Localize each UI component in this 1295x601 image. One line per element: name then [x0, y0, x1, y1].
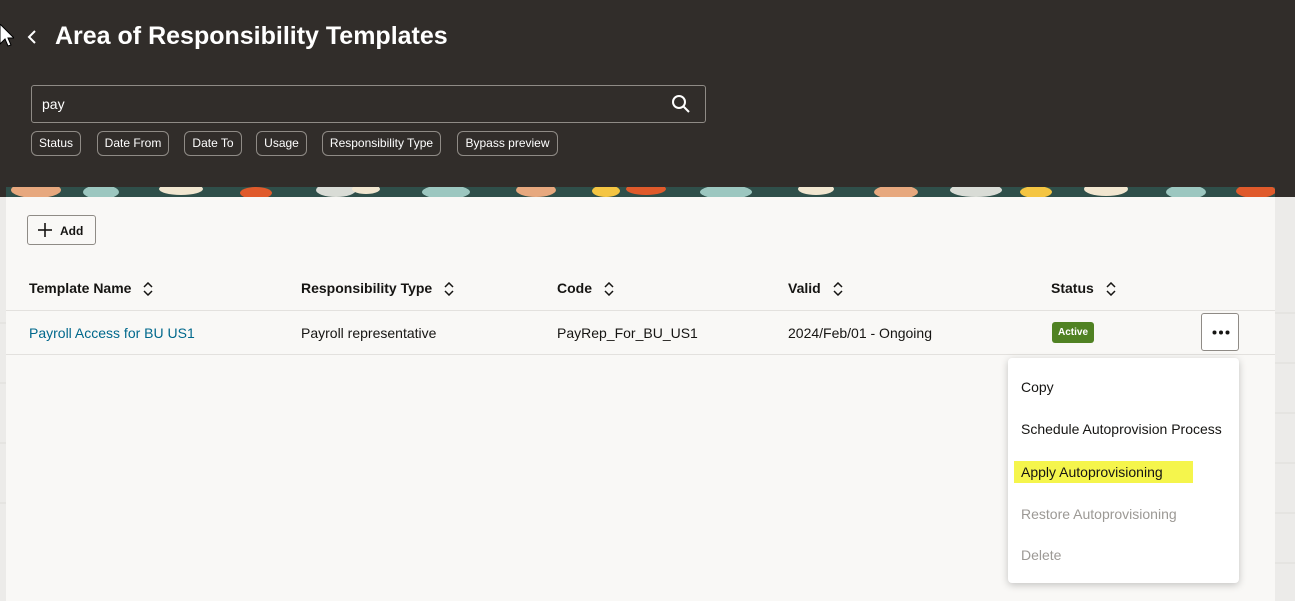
- menu-item-delete: Delete: [1021, 547, 1062, 563]
- code-cell: PayRep_For_BU_US1: [557, 325, 698, 341]
- sort-icon[interactable]: [1106, 282, 1116, 297]
- menu-item-apply-autoprovisioning[interactable]: Apply Autoprovisioning: [1014, 461, 1193, 483]
- back-icon[interactable]: [24, 28, 40, 46]
- template-name-link[interactable]: Payroll Access for BU US1: [29, 325, 195, 341]
- add-button-label: Add: [60, 224, 84, 238]
- valid-cell: 2024/Feb/01 - Ongoing: [788, 325, 932, 341]
- responsibility-type-cell: Payroll representative: [301, 325, 437, 341]
- page-header: Area of Responsibility Templates pay Sta…: [0, 0, 1295, 197]
- sort-icon[interactable]: [604, 282, 614, 297]
- search-icon[interactable]: [671, 94, 691, 114]
- column-header-code[interactable]: Code: [557, 280, 614, 297]
- column-header-responsibility-type[interactable]: Responsibility Type: [301, 280, 454, 297]
- page-title: Area of Responsibility Templates: [55, 22, 448, 50]
- column-header-template-name[interactable]: Template Name: [29, 280, 153, 297]
- column-header-status[interactable]: Status: [1051, 280, 1116, 297]
- row-divider: [6, 310, 1275, 311]
- search-input[interactable]: pay: [31, 85, 706, 123]
- row-actions-button[interactable]: [1201, 313, 1239, 351]
- filter-chip-usage[interactable]: Usage: [256, 131, 307, 156]
- add-button[interactable]: Add: [27, 215, 96, 245]
- more-icon: [1212, 330, 1230, 335]
- row-actions-menu: Copy Schedule Autoprovision Process Appl…: [1008, 358, 1239, 583]
- sort-icon[interactable]: [444, 282, 454, 297]
- search-value[interactable]: pay: [42, 96, 65, 112]
- decorative-banner: [6, 187, 1275, 197]
- cursor-icon: [0, 24, 14, 47]
- status-badge: Active: [1052, 322, 1095, 343]
- filter-chip-bypass-preview[interactable]: Bypass preview: [457, 131, 558, 156]
- filter-chip-status[interactable]: Status: [31, 131, 81, 156]
- filter-chip-date-from[interactable]: Date From: [97, 131, 169, 156]
- sort-icon[interactable]: [833, 282, 843, 297]
- row-divider: [6, 354, 1275, 355]
- sort-icon[interactable]: [143, 282, 153, 297]
- menu-item-restore-autoprovisioning: Restore Autoprovisioning: [1021, 506, 1177, 522]
- menu-item-copy[interactable]: Copy: [1021, 379, 1054, 395]
- column-header-valid[interactable]: Valid: [788, 280, 843, 297]
- filter-chip-responsibility-type[interactable]: Responsibility Type: [322, 131, 441, 156]
- filter-chip-date-to[interactable]: Date To: [184, 131, 242, 156]
- menu-item-schedule-autoprovision-process[interactable]: Schedule Autoprovision Process: [1021, 421, 1222, 437]
- plus-icon: [38, 223, 52, 237]
